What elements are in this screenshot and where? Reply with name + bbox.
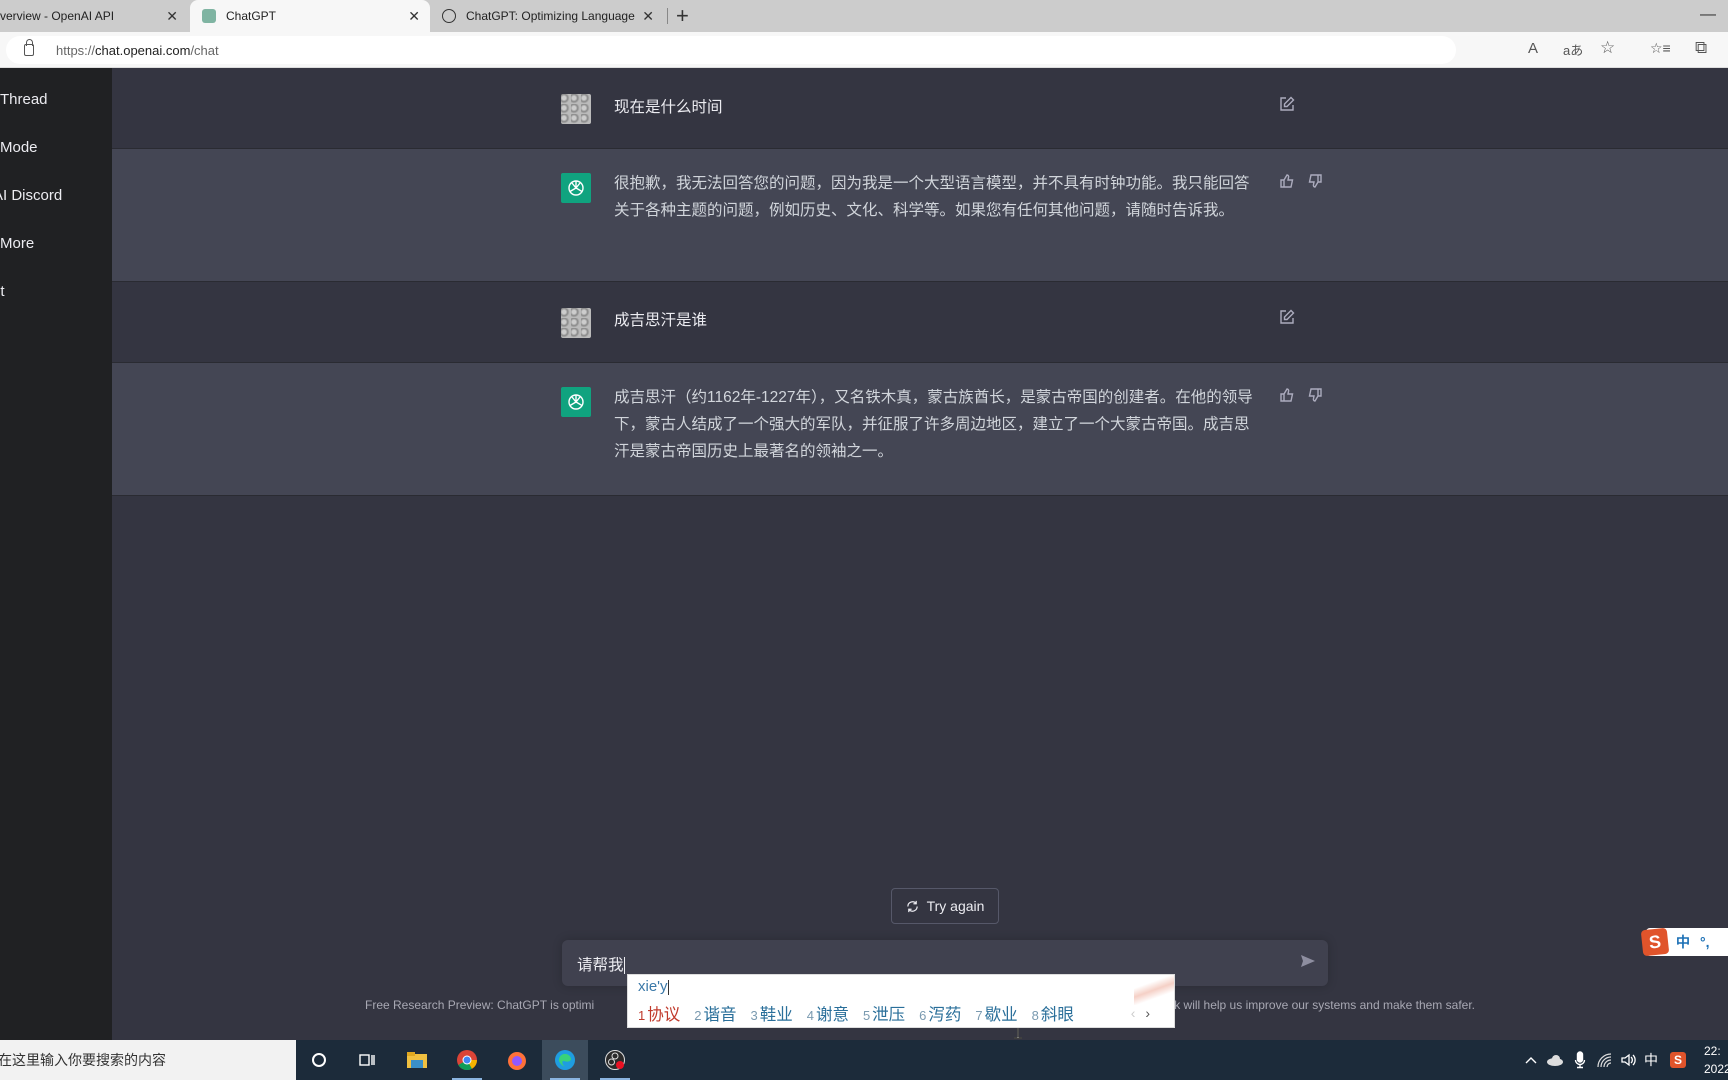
message-row-user: 成吉思汗是谁 xyxy=(112,282,1728,363)
edge-icon[interactable] xyxy=(542,1040,588,1080)
send-icon[interactable] xyxy=(1300,953,1316,974)
tab-title: verview - OpenAI API xyxy=(0,9,115,23)
thumbs-down-icon[interactable] xyxy=(1307,387,1323,408)
ime-candidate[interactable]: 5 泄压 xyxy=(863,1001,905,1025)
sidebar-item-more[interactable]: More xyxy=(0,235,34,252)
clock-date: 2022 xyxy=(1704,1062,1728,1076)
ime-page-nav: ‹ › xyxy=(1131,1005,1150,1021)
close-icon[interactable]: ✕ xyxy=(408,8,420,25)
new-tab-button[interactable]: + xyxy=(676,3,689,29)
ime-candidate[interactable]: 6 泻药 xyxy=(919,1001,961,1025)
message-text: 成吉思汗（约1162年-1227年），又名铁木真，蒙古族酋长，是蒙古帝国的创建者… xyxy=(614,389,1253,460)
tab-chatgpt-blog[interactable]: ChatGPT: Optimizing Language M ✕ xyxy=(432,0,664,32)
ime-candidate[interactable]: 4 谢意 xyxy=(807,1001,849,1025)
ime-composition: xie'y xyxy=(638,978,669,995)
task-view-icon[interactable] xyxy=(344,1040,390,1080)
input-language-indicator[interactable]: 中 xyxy=(1644,1040,1658,1080)
sogou-logo-icon[interactable]: S xyxy=(1640,927,1670,957)
ime-candidate-list: 1 协议 2 谐音 3 鞋业 4 谢意 5 泄压 6 泻药 7 歇业 8 斜眼 xyxy=(638,1001,1074,1025)
add-favorite-icon[interactable]: ☆ xyxy=(1600,38,1615,58)
favorites-icon[interactable]: ☆≡ xyxy=(1650,40,1671,57)
ime-mode-indicator[interactable]: 中 xyxy=(1676,932,1690,952)
microphone-icon[interactable] xyxy=(1574,1040,1586,1080)
lock-icon[interactable] xyxy=(24,39,34,56)
thumbs-up-icon[interactable] xyxy=(1279,173,1295,194)
thumbs-up-icon[interactable] xyxy=(1279,387,1295,408)
system-clock[interactable]: 22: 2022 xyxy=(1704,1042,1728,1078)
tab-title: ChatGPT xyxy=(226,9,277,23)
obs-icon[interactable] xyxy=(592,1040,638,1080)
taskbar-search-box[interactable]: 在这里输入你要搜索的内容 xyxy=(0,1040,296,1080)
footer-text-left: Free Research Preview: ChatGPT is optimi xyxy=(365,998,595,1012)
translate-icon[interactable]: aあ xyxy=(1563,40,1583,59)
volume-icon[interactable] xyxy=(1620,1040,1638,1080)
ime-candidate[interactable]: 8 斜眼 xyxy=(1032,1001,1074,1025)
address-bar-row: https://chat.openai.com/chat A aあ ☆ ☆≡ ⧉ xyxy=(0,32,1728,68)
onedrive-icon[interactable] xyxy=(1546,1040,1564,1080)
ime-candidate-window: xie'y 1 协议 2 谐音 3 鞋业 4 谢意 5 泄压 6 泻药 7 歇业 8 斜眼 ‹ … xyxy=(627,974,1175,1028)
network-icon[interactable] xyxy=(1596,1040,1614,1080)
message-text: 很抱歉，我无法回答您的问题，因为我是一个大型语言模型，并不具有时钟功能。我只能回… xyxy=(614,175,1250,219)
ime-candidate[interactable]: 7 歇业 xyxy=(975,1001,1017,1025)
chatgpt-avatar xyxy=(561,173,591,203)
url-field[interactable]: https://chat.openai.com/chat xyxy=(6,36,1456,64)
sidebar: Thread Mode AI Discord More ut xyxy=(0,68,112,1040)
user-avatar xyxy=(561,94,591,124)
message-row-assistant: 成吉思汗（约1162年-1227年），又名铁木真，蒙古族酋长，是蒙古帝国的创建者… xyxy=(112,363,1728,496)
file-explorer-icon[interactable] xyxy=(394,1040,440,1080)
sogou-ime-toolbar[interactable]: S 中 °, xyxy=(1640,927,1728,957)
message-text: 现在是什么时间 xyxy=(614,99,723,116)
openai-favicon-icon xyxy=(202,9,216,23)
refresh-icon xyxy=(906,900,918,912)
ime-next-page-icon[interactable]: › xyxy=(1145,1005,1150,1021)
edit-icon[interactable] xyxy=(1279,96,1295,117)
text-caret xyxy=(623,957,625,975)
openai-logo-icon xyxy=(568,180,584,196)
punctuation-mode-indicator[interactable]: °, xyxy=(1700,934,1710,950)
clock-time: 22: xyxy=(1704,1044,1721,1058)
try-again-label: Try again xyxy=(926,898,985,914)
ime-skin-decoration xyxy=(1134,975,1174,1005)
tab-chatgpt[interactable]: ChatGPT ✕ xyxy=(190,0,430,32)
sidebar-item-mode[interactable]: Mode xyxy=(0,139,38,156)
url-text: https://chat.openai.com/chat xyxy=(56,42,219,58)
taskbar-search-placeholder: 在这里输入你要搜索的内容 xyxy=(0,1052,166,1068)
try-again-button[interactable]: Try again xyxy=(891,888,999,924)
message-row-user: 现在是什么时间 xyxy=(112,68,1728,149)
chat-main: 现在是什么时间 很抱歉，我无法回答您的问题，因为我是一个大型语言模型，并不具有时… xyxy=(112,68,1728,1040)
minimize-button[interactable]: — xyxy=(1700,6,1716,24)
sidebar-item-thread[interactable]: Thread xyxy=(0,91,48,108)
chatgpt-avatar xyxy=(561,387,591,417)
edit-icon[interactable] xyxy=(1279,309,1295,330)
message-row-assistant: 很抱歉，我无法回答您的问题，因为我是一个大型语言模型，并不具有时钟功能。我只能回… xyxy=(112,149,1728,282)
cortana-icon[interactable] xyxy=(296,1040,342,1080)
sidebar-item-discord[interactable]: AI Discord xyxy=(0,187,62,204)
openai-favicon-icon xyxy=(442,9,456,23)
ime-candidate[interactable]: 1 协议 xyxy=(638,1001,680,1025)
ime-prev-page-icon[interactable]: ‹ xyxy=(1131,1005,1136,1021)
windows-taskbar: 在这里输入你要搜索的内容 中 S 22: 2022 xyxy=(0,1040,1728,1080)
footer-text-right: k will help us improve our systems and m… xyxy=(1174,998,1475,1012)
collections-icon[interactable]: ⧉ xyxy=(1695,38,1707,58)
sidebar-item-logout[interactable]: ut xyxy=(0,283,5,300)
sogou-tray-icon[interactable]: S xyxy=(1670,1040,1686,1080)
firefox-icon[interactable] xyxy=(494,1040,540,1080)
close-icon[interactable]: ✕ xyxy=(166,8,178,25)
show-hidden-icons-icon[interactable] xyxy=(1524,1040,1538,1080)
close-icon[interactable]: ✕ xyxy=(642,8,654,25)
openai-logo-icon xyxy=(568,394,584,410)
browser-tab-strip: verview - OpenAI API ✕ ChatGPT ✕ ChatGPT… xyxy=(0,0,1728,32)
user-avatar xyxy=(561,308,591,338)
message-input-value: 请帮我 xyxy=(577,957,625,975)
tab-openai-api[interactable]: verview - OpenAI API ✕ xyxy=(0,0,188,32)
chrome-icon[interactable] xyxy=(444,1040,490,1080)
thumbs-down-icon[interactable] xyxy=(1307,173,1323,194)
tab-divider xyxy=(667,8,668,24)
message-text: 成吉思汗是谁 xyxy=(614,312,708,329)
read-aloud-icon[interactable]: A xyxy=(1528,40,1538,57)
ime-candidate[interactable]: 3 鞋业 xyxy=(750,1001,792,1025)
ime-candidate[interactable]: 2 谐音 xyxy=(694,1001,736,1025)
tab-title: ChatGPT: Optimizing Language M xyxy=(466,9,636,23)
